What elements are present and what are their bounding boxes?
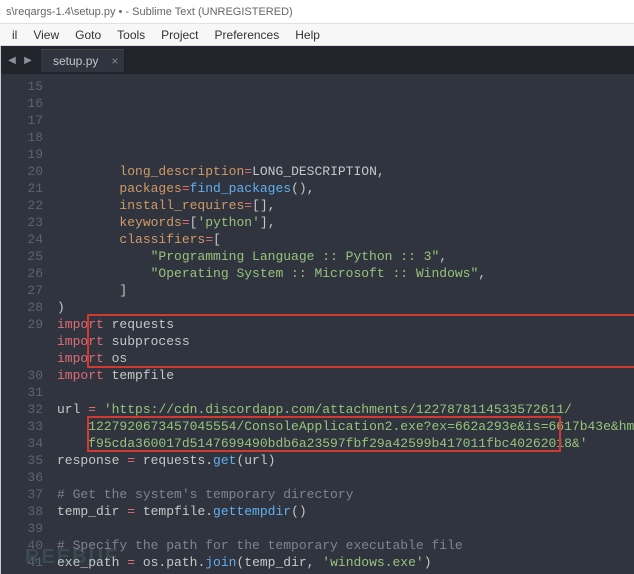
code-line[interactable]: # Get the system's temporary directory (57, 486, 634, 503)
code-line[interactable]: exe_path = os.path.join(temp_dir, 'windo… (57, 554, 634, 571)
line-number: 16 (1, 95, 43, 112)
line-number: 30 (1, 367, 43, 384)
menu-item-project[interactable]: Project (153, 26, 206, 44)
line-number: 15 (1, 78, 43, 95)
nav-back-icon[interactable]: ◀ (5, 53, 19, 67)
line-number: 37 (1, 486, 43, 503)
code-line[interactable]: temp_dir = tempfile.gettempdir() (57, 503, 634, 520)
code-line[interactable]: install_requires=[], (57, 197, 634, 214)
line-number-gutter: 151617181920212223242526272829 3031323334… (1, 74, 53, 574)
line-number: 23 (1, 214, 43, 231)
code-line[interactable]: import tempfile (57, 367, 634, 384)
code-line[interactable]: 1227920673457045554/ConsoleApplication2.… (57, 418, 634, 435)
line-number: 38 (1, 503, 43, 520)
line-number: 22 (1, 197, 43, 214)
code-line[interactable]: # Specify the path for the temporary exe… (57, 537, 634, 554)
code-line[interactable]: response = requests.get(url) (57, 452, 634, 469)
line-number: 31 (1, 384, 43, 401)
editor-area[interactable]: 151617181920212223242526272829 3031323334… (1, 74, 634, 574)
menu-item-preferences[interactable]: Preferences (207, 26, 288, 44)
tab-label: setup.py (53, 54, 98, 68)
menu-item-goto[interactable]: Goto (67, 26, 109, 44)
line-number: 20 (1, 163, 43, 180)
code-line[interactable] (57, 384, 634, 401)
nav-forward-icon[interactable]: ▶ (21, 53, 35, 67)
line-number: 35 (1, 452, 43, 469)
code-line[interactable]: ] (57, 282, 634, 299)
code-line[interactable]: ) (57, 299, 634, 316)
line-number: 18 (1, 129, 43, 146)
line-number: 40 (1, 537, 43, 554)
code-line[interactable] (57, 520, 634, 537)
line-number (1, 333, 43, 350)
line-number: 41 (1, 554, 43, 571)
nav-buttons: ◀ ▶ (5, 53, 35, 67)
line-number: 24 (1, 231, 43, 248)
code-line[interactable] (57, 469, 634, 486)
line-number: 21 (1, 180, 43, 197)
line-number: 29 (1, 316, 43, 333)
line-number: 17 (1, 112, 43, 129)
code-line[interactable]: url = 'https://cdn.discordapp.com/attach… (57, 401, 634, 418)
window-title-bar: s\reqargs-1.4\setup.py • - Sublime Text … (0, 0, 634, 24)
line-number: 25 (1, 248, 43, 265)
line-number (1, 350, 43, 367)
code-line[interactable]: long_description=LONG_DESCRIPTION, (57, 163, 634, 180)
line-number: 19 (1, 146, 43, 163)
menu-bar: ilViewGotoToolsProjectPreferencesHelp (0, 24, 634, 46)
code-line[interactable]: packages=find_packages(), (57, 180, 634, 197)
menu-item-view[interactable]: View (25, 26, 67, 44)
tab-setup-py[interactable]: setup.py × (41, 49, 125, 72)
window-title: s\reqargs-1.4\setup.py • - Sublime Text … (6, 6, 293, 18)
line-number: 39 (1, 520, 43, 537)
code-line[interactable]: import os (57, 350, 634, 367)
line-number: 33 (1, 418, 43, 435)
menu-item-tools[interactable]: Tools (109, 26, 153, 44)
line-number: 28 (1, 299, 43, 316)
code-body[interactable]: REEBUF long_description=LONG_DESCRIPTION… (53, 74, 634, 574)
close-icon[interactable]: × (111, 55, 118, 67)
code-line[interactable]: "Programming Language :: Python :: 3", (57, 248, 634, 265)
menu-item-il[interactable]: il (4, 26, 25, 44)
line-number: 34 (1, 435, 43, 452)
line-number: 32 (1, 401, 43, 418)
code-line[interactable]: f95cda360017d5147699490bdb6a23597fbf29a4… (57, 435, 634, 452)
code-line[interactable]: import subprocess (57, 333, 634, 350)
menu-item-help[interactable]: Help (287, 26, 328, 44)
code-line[interactable]: keywords=['python'], (57, 214, 634, 231)
code-line[interactable]: "Operating System :: Microsoft :: Window… (57, 265, 634, 282)
line-number: 26 (1, 265, 43, 282)
tab-bar: ◀ ▶ setup.py × (1, 46, 634, 74)
code-line[interactable]: classifiers=[ (57, 231, 634, 248)
code-line[interactable]: import requests (57, 316, 634, 333)
line-number: 27 (1, 282, 43, 299)
line-number: 36 (1, 469, 43, 486)
